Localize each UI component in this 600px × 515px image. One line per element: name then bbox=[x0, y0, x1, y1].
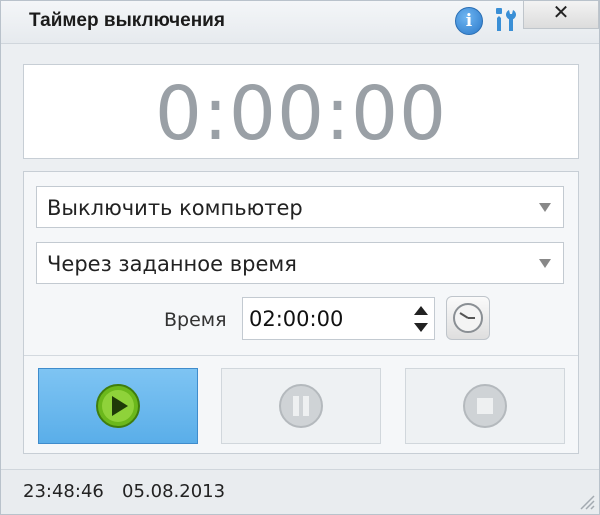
close-icon: ✕ bbox=[552, 2, 570, 24]
action-dropdown[interactable]: Выключить компьютер bbox=[36, 186, 564, 228]
stop-button[interactable] bbox=[405, 368, 565, 444]
mode-dropdown[interactable]: Через заданное время bbox=[36, 242, 564, 284]
status-time: 23:48:46 bbox=[23, 481, 104, 502]
chevron-down-icon bbox=[539, 203, 551, 212]
settings-tools-icon[interactable] bbox=[491, 6, 519, 34]
countdown-value: 0:00:00 bbox=[154, 71, 448, 157]
time-label: Время bbox=[164, 309, 227, 331]
window-title: Таймер выключения bbox=[29, 10, 225, 31]
play-icon bbox=[96, 384, 140, 428]
clock-button[interactable] bbox=[446, 296, 490, 340]
info-icon[interactable]: i bbox=[455, 7, 483, 35]
pause-button[interactable] bbox=[221, 368, 381, 444]
status-date: 05.08.2013 bbox=[122, 481, 226, 502]
status-bar: 23:48:46 05.08.2013 bbox=[1, 469, 599, 514]
mode-dropdown-value: Через заданное время bbox=[47, 252, 297, 276]
time-input[interactable]: 02:00:00 bbox=[242, 297, 435, 340]
time-input-value: 02:00:00 bbox=[249, 307, 344, 331]
countdown-display: 0:00:00 bbox=[23, 64, 579, 159]
spin-up-icon[interactable] bbox=[414, 306, 428, 315]
time-spinner[interactable] bbox=[414, 304, 428, 334]
close-button[interactable]: ✕ bbox=[523, 1, 599, 29]
settings-panel: Выключить компьютер Через заданное время… bbox=[23, 171, 579, 454]
title-bar: Таймер выключения i ✕ bbox=[1, 1, 599, 44]
chevron-down-icon bbox=[539, 259, 551, 268]
app-window: Таймер выключения i ✕ 0:00:00 Выключить … bbox=[0, 0, 600, 515]
clock-icon bbox=[453, 303, 483, 333]
stop-icon bbox=[463, 384, 507, 428]
action-dropdown-value: Выключить компьютер bbox=[47, 196, 303, 220]
resize-grip-icon[interactable] bbox=[577, 492, 595, 510]
start-button[interactable] bbox=[38, 368, 198, 444]
divider bbox=[24, 355, 578, 356]
pause-icon bbox=[279, 384, 323, 428]
spin-down-icon[interactable] bbox=[414, 323, 428, 332]
